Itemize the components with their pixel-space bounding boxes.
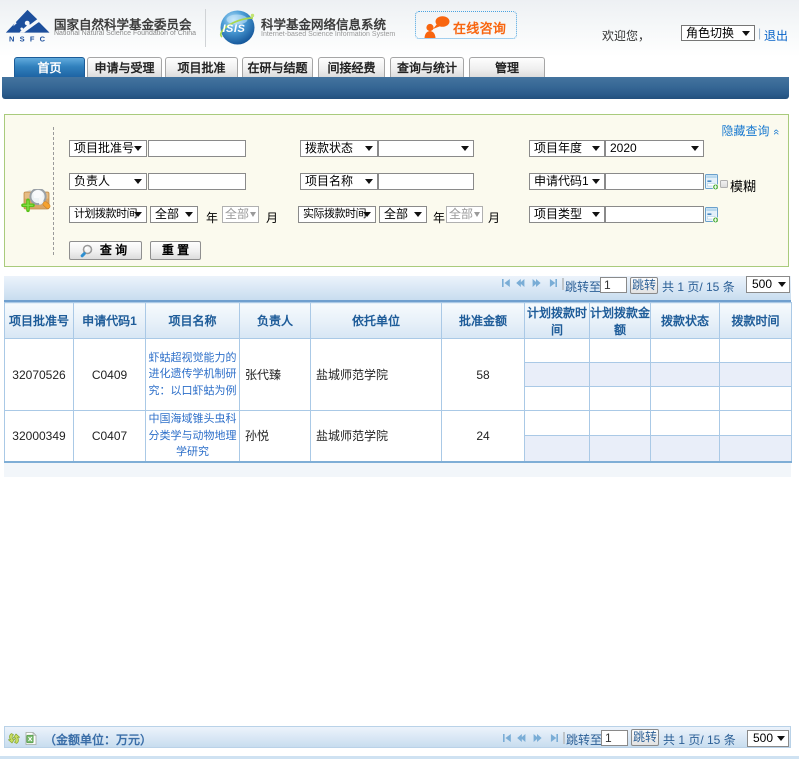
svg-text:NSFC: NSFC [9,35,50,44]
svg-text:ISIS: ISIS [223,23,246,35]
